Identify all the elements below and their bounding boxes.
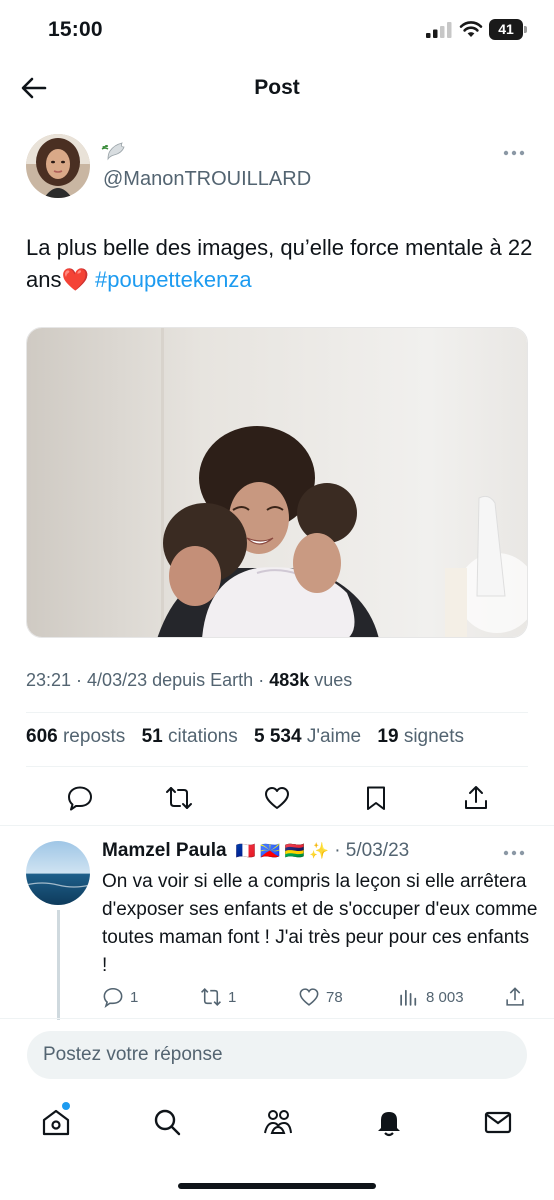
reply-header: Mamzel Paula 🇫🇷 🇷🇪 🇲🇺 ✨ · 5/03/23 <box>102 840 409 862</box>
tweet-text: La plus belle des images, qu’elle force … <box>26 232 536 296</box>
divider <box>0 825 554 826</box>
tweet-photo[interactable] <box>26 327 528 638</box>
divider <box>26 766 528 767</box>
share-icon[interactable] <box>462 784 490 812</box>
heart-emoji: ❤️ <box>61 267 89 292</box>
bookmarks-stat[interactable]: 19 signets <box>377 726 464 747</box>
like-icon[interactable] <box>263 784 291 812</box>
repost-icon <box>201 988 221 1006</box>
home-indicator <box>178 1183 376 1189</box>
page-title: Post <box>254 76 300 99</box>
bookmark-icon[interactable] <box>362 784 390 812</box>
tweet-actions <box>0 784 554 812</box>
reposts-stat[interactable]: 606 reposts <box>26 726 125 747</box>
tweet-time: 23:21 <box>26 670 72 690</box>
reply-views-button[interactable]: 8 003 <box>398 986 464 1008</box>
battery-level: 41 <box>489 19 523 40</box>
signal-icon <box>426 22 452 38</box>
like-icon <box>299 988 319 1006</box>
wifi-icon <box>459 21 483 37</box>
home-notification-dot <box>62 1102 70 1110</box>
dove-icon <box>101 142 125 161</box>
reply-repost-count: 1 <box>228 988 237 1006</box>
share-icon <box>506 987 524 1006</box>
home-icon[interactable] <box>40 1106 72 1138</box>
tweet-meta: 23:21 · 4/03/23 depuis Earth · 483k vues <box>26 670 353 690</box>
hashtag-link[interactable]: #poupettekenza <box>95 267 252 292</box>
reply-actions: 1 1 78 8 003 <box>0 986 554 1012</box>
reply-like-button[interactable]: 78 <box>298 986 343 1008</box>
engagement-stats: 606 reposts 51 citations 5 534 J'aime 19… <box>26 726 475 748</box>
reply-share-button[interactable] <box>504 986 526 1008</box>
battery-icon: 41 <box>489 19 527 40</box>
divider <box>0 1018 554 1019</box>
author-handle[interactable]: @ManonTROUILLARD <box>103 168 311 191</box>
views-label: vues <box>314 670 353 690</box>
reply-like-count: 78 <box>326 988 343 1006</box>
notifications-icon[interactable] <box>373 1106 405 1138</box>
top-nav: Post <box>0 62 554 116</box>
comment-icon[interactable] <box>66 784 94 812</box>
more-icon[interactable] <box>502 146 526 160</box>
reply-repost-button[interactable]: 1 <box>200 986 236 1008</box>
quotes-stat[interactable]: 51 citations <box>142 726 238 747</box>
reply-text: On va voir si elle a compris la leçon si… <box>102 871 538 976</box>
messages-icon[interactable] <box>482 1106 514 1138</box>
tweet-date: 4/03/23 <box>87 670 148 690</box>
reply-comment-count: 1 <box>130 988 139 1006</box>
reply-comment-button[interactable]: 1 <box>102 986 138 1008</box>
reply-date: · 5/03/23 <box>334 840 410 861</box>
reply-input[interactable]: Postez votre réponse <box>27 1031 527 1079</box>
communities-icon[interactable] <box>262 1106 294 1138</box>
more-icon[interactable] <box>502 846 526 860</box>
views-icon <box>400 989 417 1006</box>
reply-author-name[interactable]: Mamzel Paula <box>102 840 227 861</box>
views-count: 483k <box>269 670 310 690</box>
tweet-source: depuis Earth <box>152 670 254 690</box>
divider <box>26 712 528 713</box>
author-avatar[interactable] <box>26 134 90 198</box>
reply-views-count: 8 003 <box>426 988 464 1006</box>
status-time: 15:00 <box>48 18 103 41</box>
comment-icon <box>103 987 123 1008</box>
bottom-tab-bar <box>0 1100 554 1150</box>
reply-author-emojis: 🇫🇷 🇷🇪 🇲🇺 ✨ <box>235 843 329 860</box>
status-bar: 15:00 41 <box>0 0 554 62</box>
search-icon[interactable] <box>151 1106 183 1138</box>
likes-stat[interactable]: 5 534 J'aime <box>254 726 361 747</box>
reply-avatar[interactable] <box>26 841 90 905</box>
repost-icon[interactable] <box>165 784 193 812</box>
